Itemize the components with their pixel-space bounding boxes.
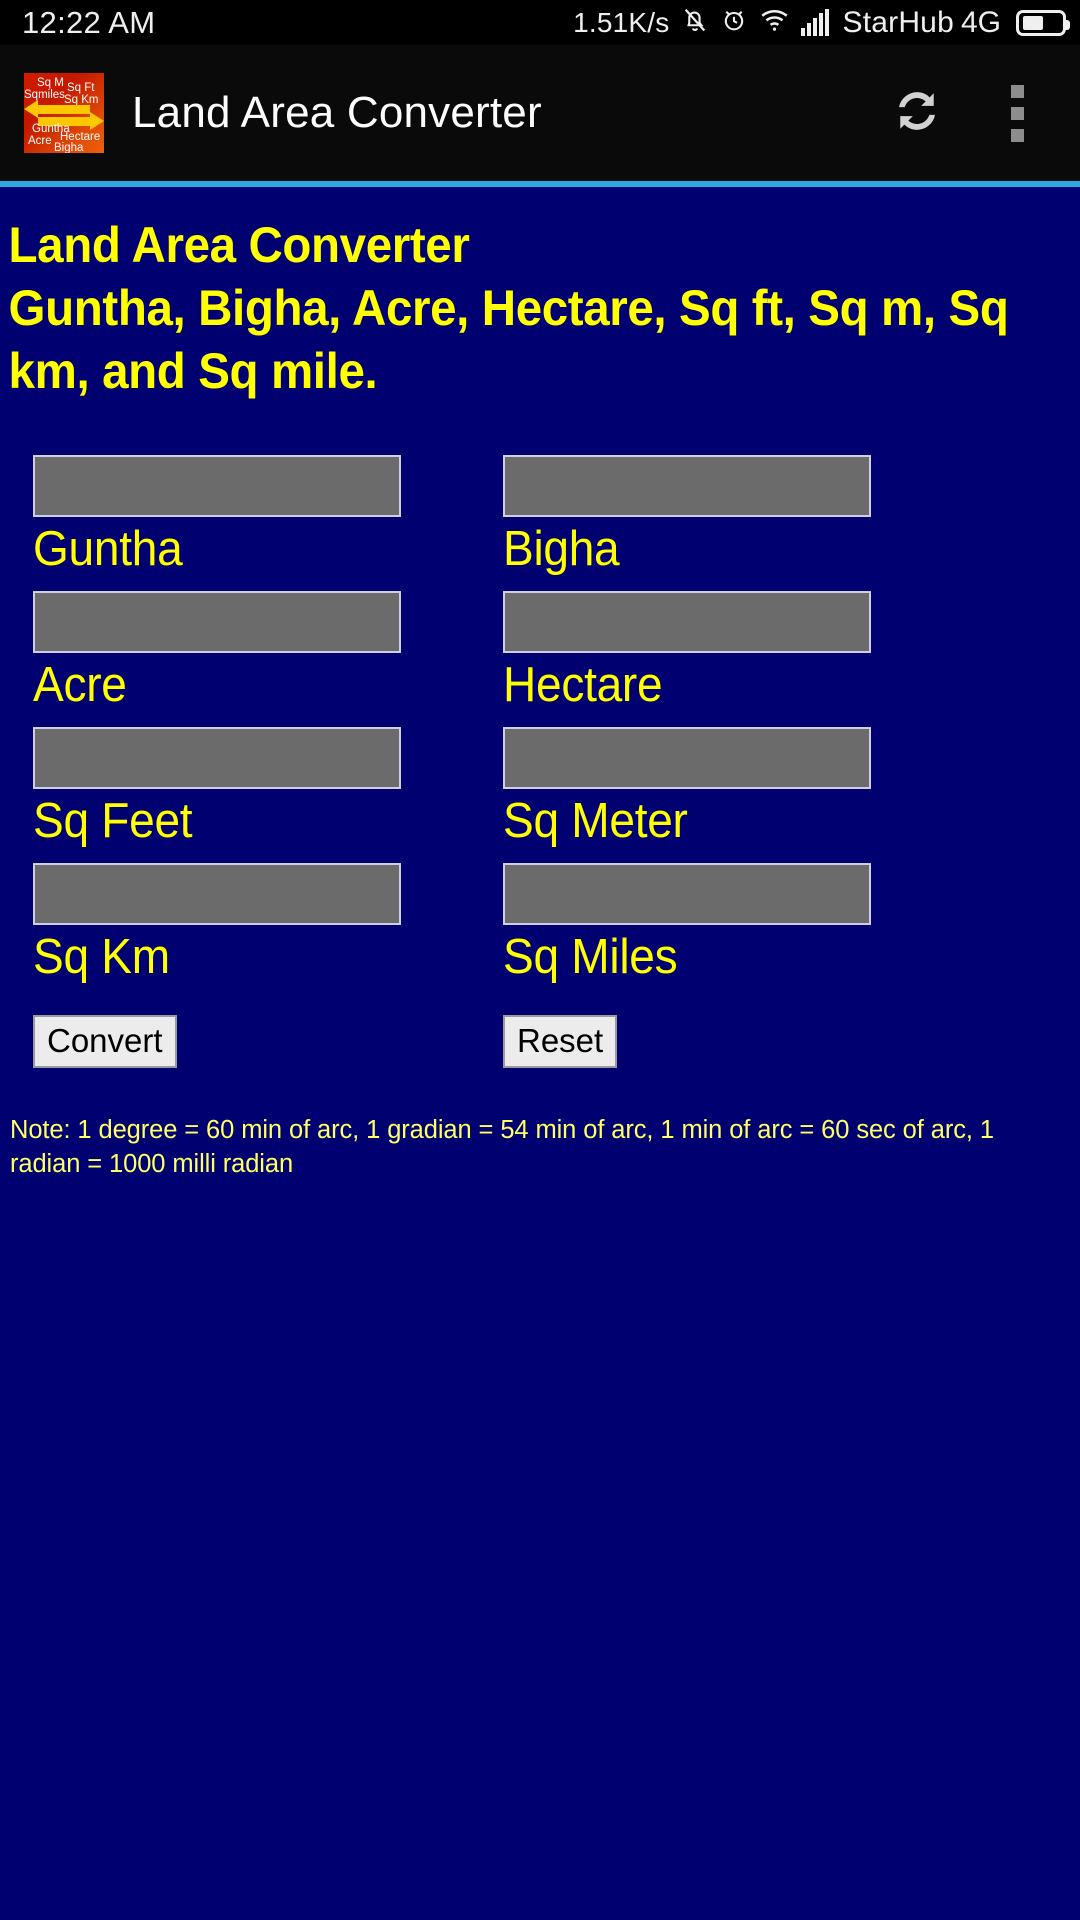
status-clock: 12:22 AM bbox=[22, 4, 156, 40]
bigha-input[interactable] bbox=[503, 455, 871, 517]
field-sq-miles: Sq Miles bbox=[480, 863, 960, 985]
field-sq-meter: Sq Meter bbox=[480, 727, 960, 849]
field-row: Guntha Bigha bbox=[0, 455, 1080, 577]
refresh-button[interactable] bbox=[886, 82, 948, 144]
logo-label-sq-ft: Sq Ft bbox=[67, 82, 95, 94]
logo-label-bigha: Bigha bbox=[54, 142, 84, 153]
logo-label-acre: Acre bbox=[28, 135, 52, 147]
guntha-label: Guntha bbox=[33, 522, 183, 576]
main-content: Land Area Converter Guntha, Bigha, Acre,… bbox=[0, 187, 1080, 1920]
overflow-menu-button[interactable] bbox=[994, 82, 1040, 144]
sq-meter-label: Sq Meter bbox=[503, 794, 688, 848]
logo-label-sq-m: Sq M bbox=[37, 77, 64, 89]
network-type-label: 4G bbox=[960, 5, 1001, 39]
alarm-icon bbox=[720, 5, 748, 40]
more-options-icon-dot-2 bbox=[1010, 106, 1024, 120]
field-sq-feet: Sq Feet bbox=[0, 727, 480, 849]
more-options-icon-dot-1 bbox=[1010, 84, 1024, 98]
app-bar: Sq M Sq Ft Sqmiles Sq Km Guntha Hectare … bbox=[0, 45, 1080, 181]
acre-label: Acre bbox=[33, 658, 127, 712]
guntha-input[interactable] bbox=[33, 455, 401, 517]
app-title: Land Area Converter bbox=[132, 88, 542, 137]
action-buttons: Convert Reset bbox=[0, 1015, 1080, 1068]
hectare-label: Hectare bbox=[503, 658, 663, 712]
field-acre: Acre bbox=[0, 591, 480, 713]
sq-miles-label: Sq Miles bbox=[503, 930, 678, 984]
sq-meter-input[interactable] bbox=[503, 727, 871, 789]
carrier-label: StarHub bbox=[842, 5, 954, 39]
converter-fields: Guntha Bigha Acre Hectare Sq Feet Sq Met… bbox=[0, 455, 1080, 985]
page-heading: Land Area Converter Guntha, Bigha, Acre,… bbox=[8, 217, 1009, 399]
reset-button-cell: Reset bbox=[480, 1015, 960, 1068]
sq-feet-label: Sq Feet bbox=[33, 794, 193, 848]
field-row: Sq Km Sq Miles bbox=[0, 863, 1080, 985]
hectare-input[interactable] bbox=[503, 591, 871, 653]
convert-button[interactable]: Convert bbox=[33, 1015, 177, 1068]
sq-km-input[interactable] bbox=[33, 863, 401, 925]
app-bar-actions bbox=[886, 82, 1054, 144]
app-logo-icon: Sq M Sq Ft Sqmiles Sq Km Guntha Hectare … bbox=[24, 73, 104, 153]
bigha-label: Bigha bbox=[503, 522, 620, 576]
battery-icon bbox=[1016, 9, 1070, 36]
field-hectare: Hectare bbox=[480, 591, 960, 713]
wifi-icon bbox=[759, 5, 790, 40]
field-bigha: Bigha bbox=[480, 455, 960, 577]
note-text: Note: 1 degree = 60 min of arc, 1 gradia… bbox=[10, 1116, 994, 1178]
field-row: Acre Hectare bbox=[0, 591, 1080, 713]
acre-input[interactable] bbox=[33, 591, 401, 653]
field-row: Sq Feet Sq Meter bbox=[0, 727, 1080, 849]
signal-bars-icon bbox=[800, 8, 829, 36]
bell-off-icon bbox=[681, 5, 709, 40]
status-bar: 12:22 AM 1.51K/s StarHub 4G bbox=[0, 0, 1080, 45]
status-indicators: 1.51K/s StarHub 4G bbox=[573, 5, 1070, 40]
reset-button[interactable]: Reset bbox=[503, 1015, 618, 1068]
field-guntha: Guntha bbox=[0, 455, 480, 577]
sq-miles-input[interactable] bbox=[503, 863, 871, 925]
sq-km-label: Sq Km bbox=[33, 930, 170, 984]
refresh-icon bbox=[888, 82, 946, 145]
network-speed-label: 1.51K/s bbox=[573, 6, 670, 38]
sq-feet-input[interactable] bbox=[33, 727, 401, 789]
more-options-icon-dot-3 bbox=[1010, 128, 1024, 142]
field-sq-km: Sq Km bbox=[0, 863, 480, 985]
convert-button-cell: Convert bbox=[0, 1015, 480, 1068]
